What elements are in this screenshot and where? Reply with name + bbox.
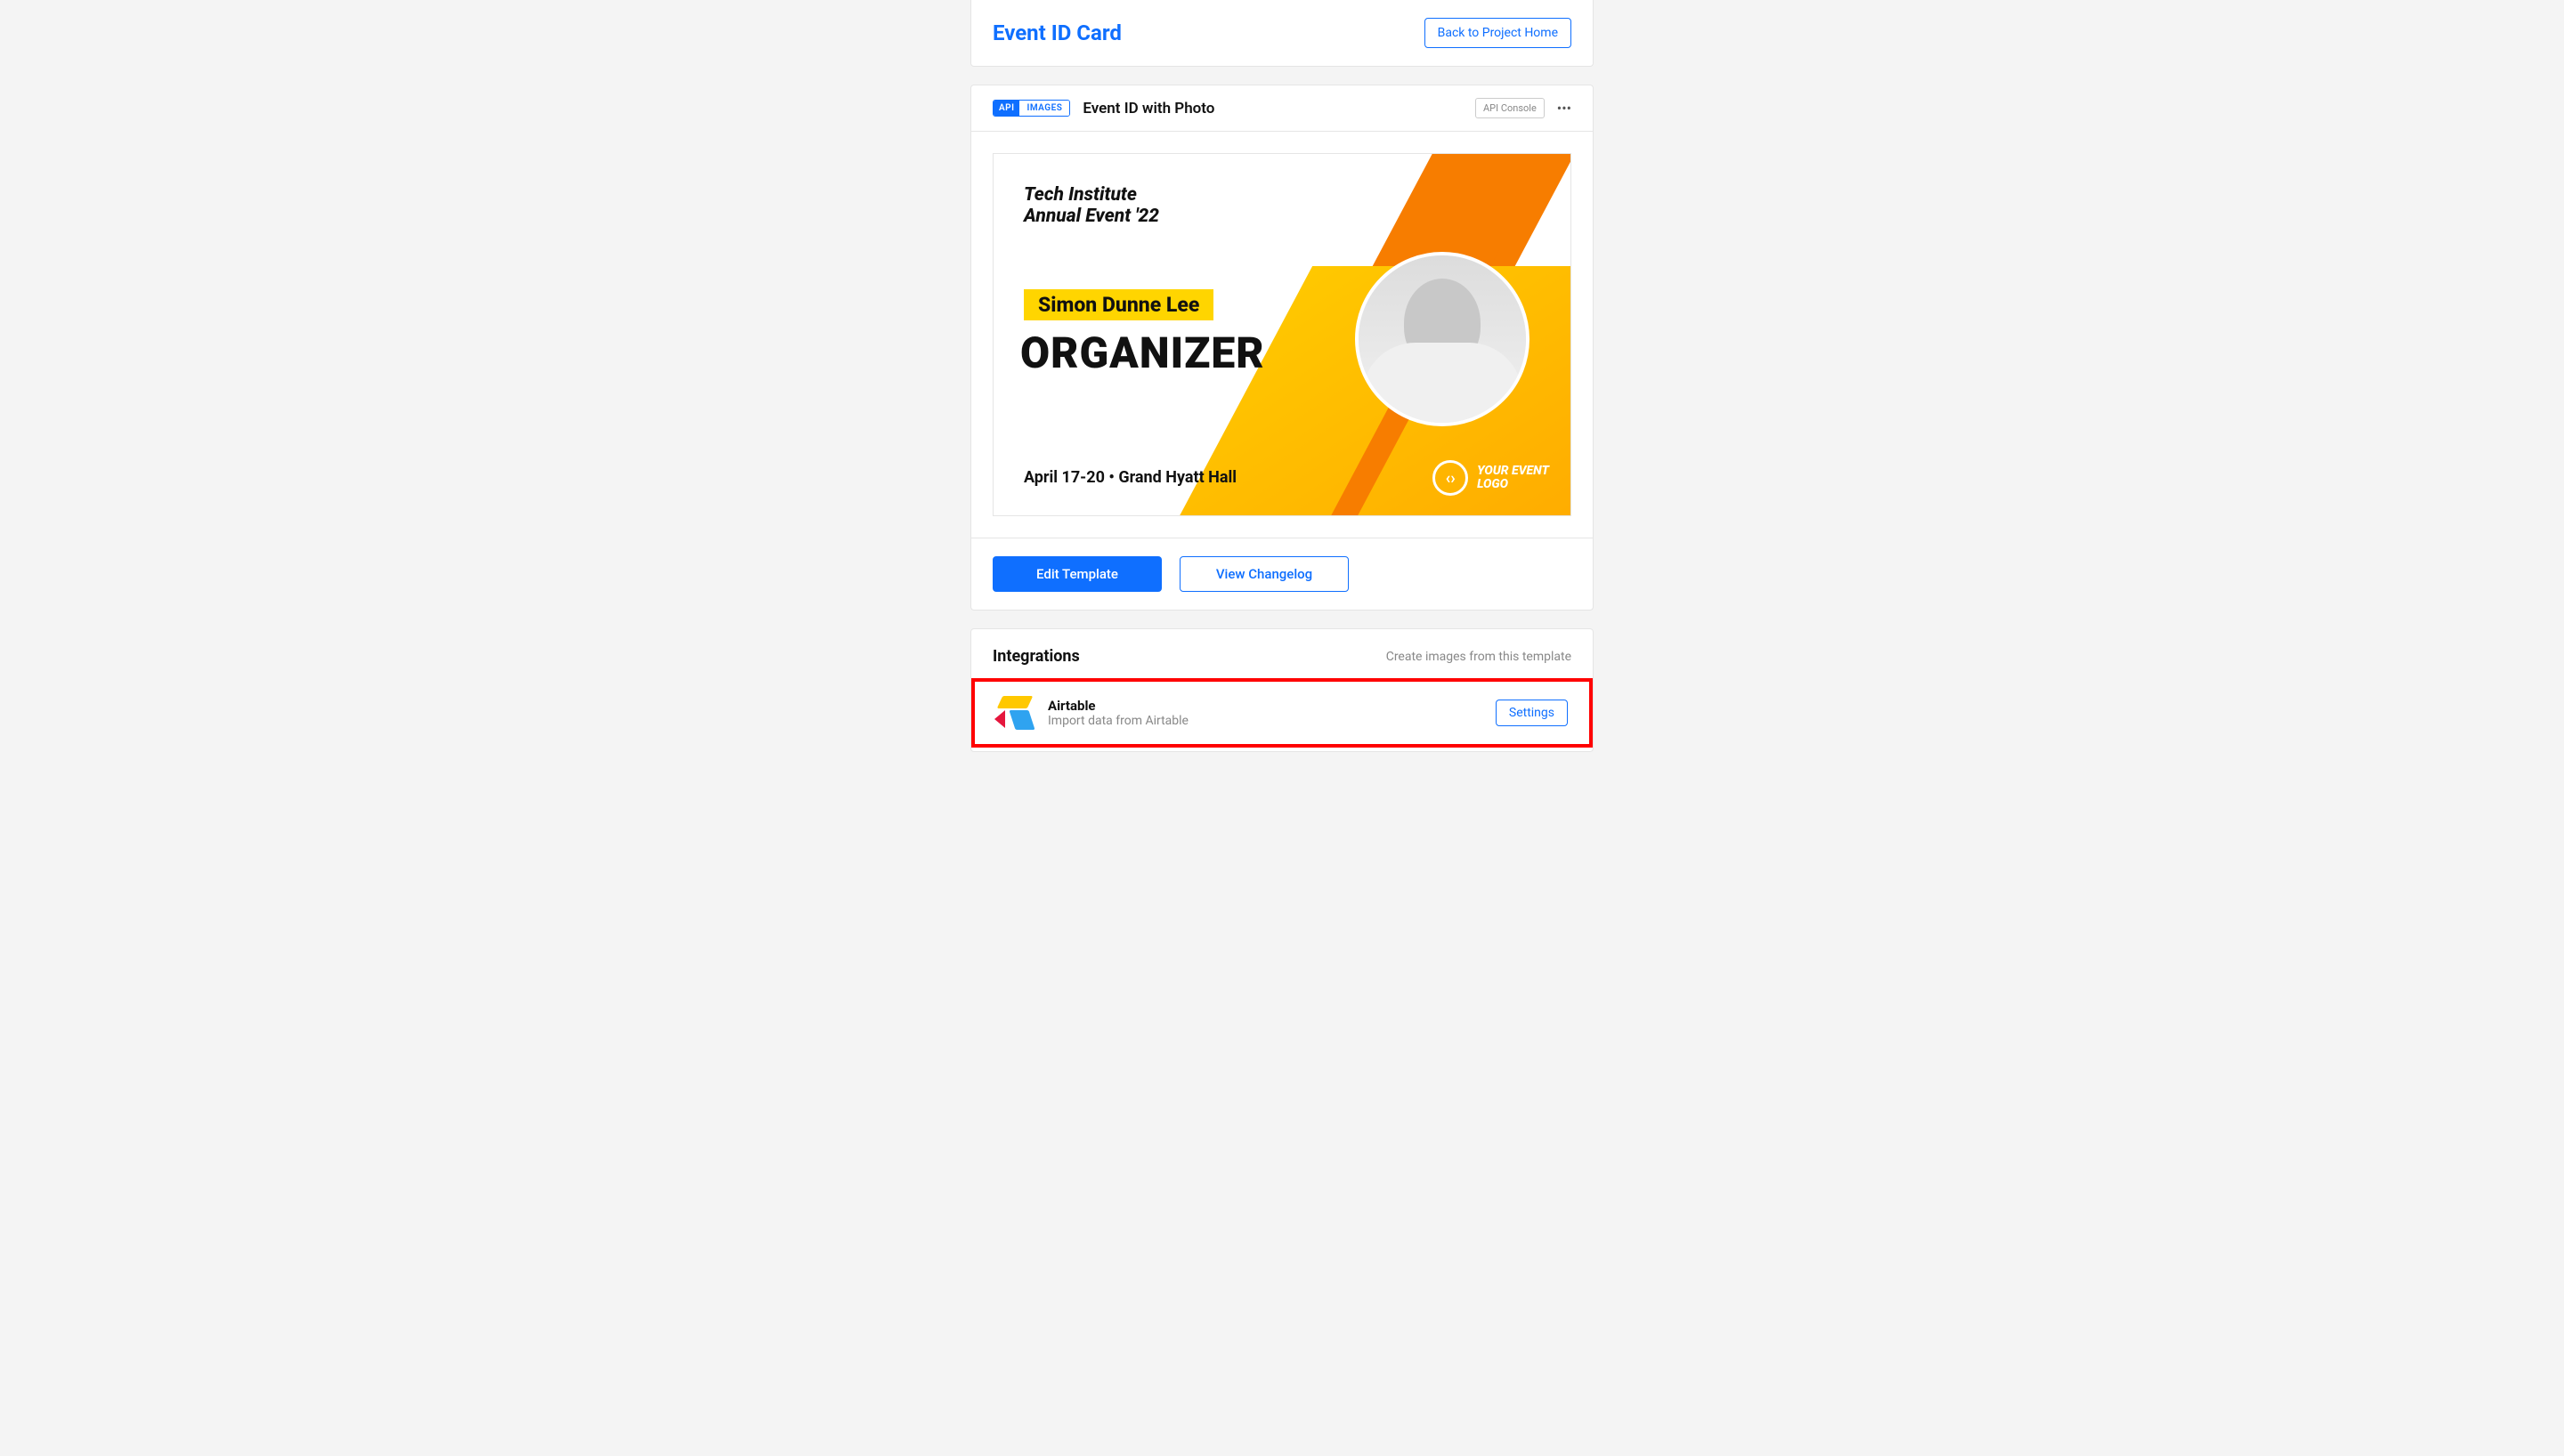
airtable-icon <box>996 696 1034 730</box>
integration-description: Import data from Airtable <box>1048 714 1189 728</box>
api-console-button[interactable]: API Console <box>1475 98 1545 118</box>
template-header-right: API Console ••• <box>1475 98 1571 118</box>
template-preview: Tech Institute Annual Event '22 Simon Du… <box>993 153 1571 516</box>
airtable-icon-left <box>994 710 1005 728</box>
template-header: API IMAGES Event ID with Photo API Conso… <box>971 85 1593 132</box>
integration-row-airtable: Airtable Import data from Airtable Setti… <box>975 682 1589 744</box>
view-changelog-button[interactable]: View Changelog <box>1180 556 1349 592</box>
back-to-project-button[interactable]: Back to Project Home <box>1424 18 1571 48</box>
avatar-placeholder <box>1359 255 1526 423</box>
preview-event-title: Tech Institute Annual Event '22 <box>1024 184 1159 227</box>
integration-name: Airtable <box>1048 698 1189 714</box>
preview-event-title-line2: Annual Event '22 <box>1024 206 1159 227</box>
airtable-icon-top <box>997 696 1034 708</box>
template-card: API IMAGES Event ID with Photo API Conso… <box>970 85 1594 611</box>
project-header: Event ID Card Back to Project Home <box>970 0 1594 67</box>
preview-avatar <box>1355 252 1529 426</box>
template-action-row: Edit Template View Changelog <box>971 538 1593 610</box>
integration-highlight-box: Airtable Import data from Airtable Setti… <box>971 678 1593 748</box>
airtable-icon-right <box>1009 710 1035 730</box>
template-badges: API IMAGES <box>993 100 1070 117</box>
avatar-body <box>1362 343 1522 426</box>
preview-role: ORGANIZER <box>1020 328 1265 378</box>
event-logo-text-line2: LOGO <box>1477 478 1549 491</box>
event-logo-text: YOUR EVENT LOGO <box>1477 465 1549 492</box>
integrations-subtitle: Create images from this template <box>1386 650 1571 664</box>
badge-api: API <box>994 101 1019 116</box>
preview-event-logo: ‹› YOUR EVENT LOGO <box>1432 460 1549 496</box>
more-menu-icon[interactable]: ••• <box>1557 100 1571 117</box>
integrations-title: Integrations <box>993 647 1080 666</box>
preview-attendee-name: Simon Dunne Lee <box>1024 289 1213 320</box>
preview-event-title-line1: Tech Institute <box>1024 184 1159 206</box>
integration-row-left: Airtable Import data from Airtable <box>996 696 1189 730</box>
integration-settings-button[interactable]: Settings <box>1496 700 1568 726</box>
preview-date-venue: April 17-20 • Grand Hyatt Hall <box>1024 468 1237 487</box>
integrations-card: Integrations Create images from this tem… <box>970 628 1594 752</box>
project-title: Event ID Card <box>993 20 1122 45</box>
template-header-left: API IMAGES Event ID with Photo <box>993 100 1214 117</box>
integrations-header: Integrations Create images from this tem… <box>971 629 1593 675</box>
event-logo-text-line1: YOUR EVENT <box>1477 465 1549 478</box>
template-preview-container: Tech Institute Annual Event '22 Simon Du… <box>971 132 1593 538</box>
integration-text: Airtable Import data from Airtable <box>1048 698 1189 728</box>
template-title: Event ID with Photo <box>1083 100 1214 117</box>
badge-images: IMAGES <box>1019 101 1069 116</box>
edit-template-button[interactable]: Edit Template <box>993 556 1162 592</box>
event-logo-icon: ‹› <box>1432 460 1468 496</box>
